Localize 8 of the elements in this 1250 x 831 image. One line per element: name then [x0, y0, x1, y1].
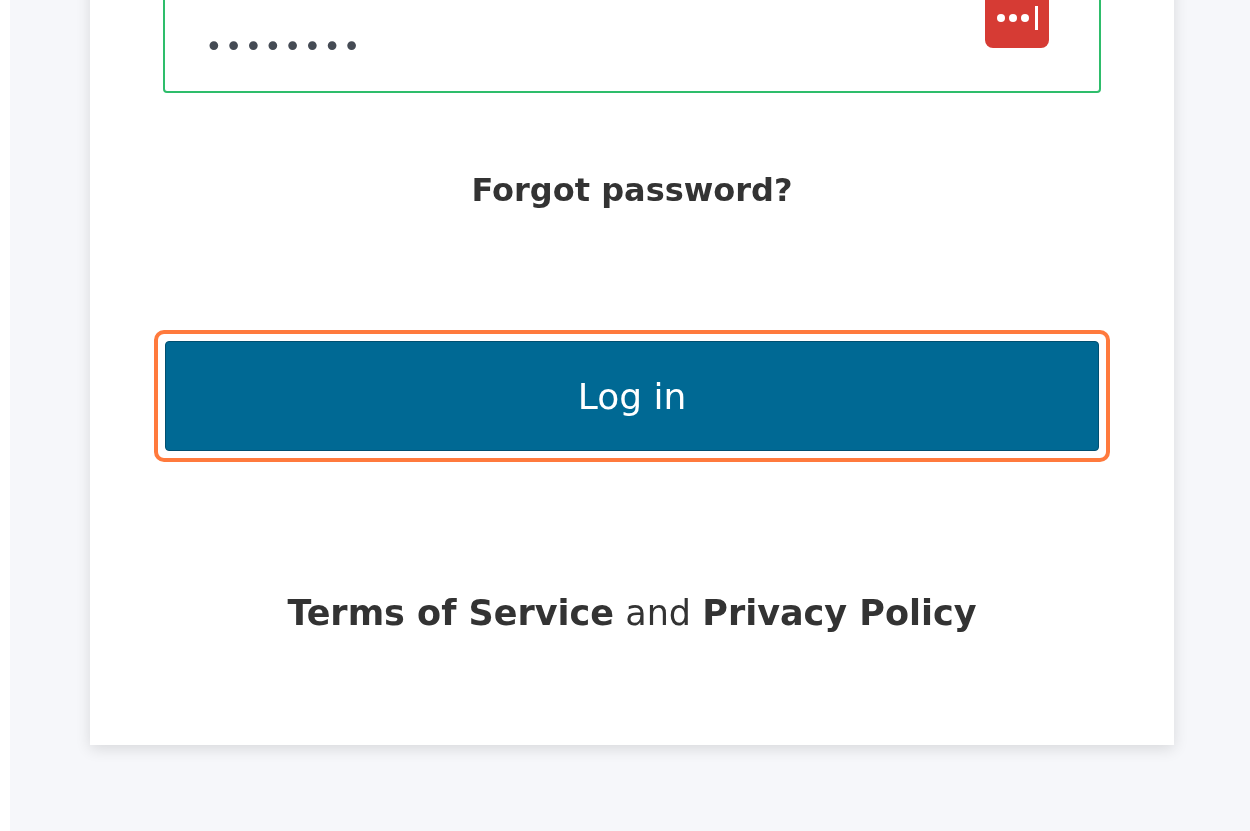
password-input[interactable]: •••••••• [205, 29, 505, 64]
password-field[interactable]: •••••••• [163, 0, 1101, 93]
terms-link[interactable]: Terms of Service [287, 593, 615, 633]
privacy-link[interactable]: Privacy Policy [702, 593, 977, 633]
forgot-password-link[interactable]: Forgot password? [471, 171, 793, 209]
login-button[interactable]: Log in [165, 341, 1099, 451]
legal-text: and [625, 593, 692, 633]
password-manager-icon[interactable] [985, 0, 1049, 48]
